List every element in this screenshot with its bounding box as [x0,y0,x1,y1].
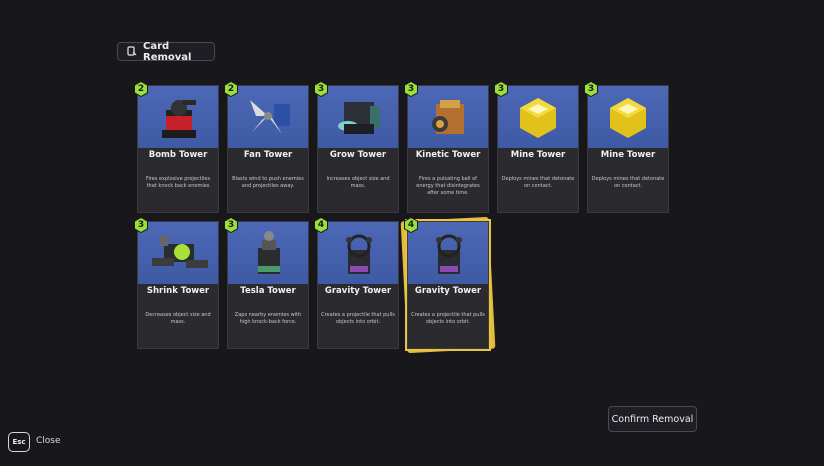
card-name: Mine Tower [510,150,566,160]
cost-badge: 3 [403,81,419,97]
cost-value: 3 [227,220,235,230]
cost-badge: 3 [313,81,329,97]
cost-badge: 4 [403,217,419,233]
cost-badge: 3 [223,217,239,233]
card-name: Bomb Tower [148,150,208,160]
card-description: Increases object size and mass. [326,176,390,189]
card-name: Gravity Tower [414,286,482,296]
cost-badge: 3 [493,81,509,97]
cost-value: 3 [407,84,415,94]
card-removal-title: Card Removal [117,40,215,63]
tesla-tower-icon [228,222,308,284]
close-label[interactable]: Close [36,436,61,446]
card-name: Mine Tower [600,150,656,160]
card-description: Fires a pulsating ball of energy that di… [416,176,480,196]
cost-value: 4 [317,220,325,230]
card-name: Tesla Tower [240,286,296,296]
card-description: Decreases object size and mass. [145,312,211,325]
card-name: Shrink Tower [146,286,210,296]
card-bomb-tower[interactable]: Bomb Tower Fires explosive projectiles t… [137,85,219,213]
gravity-tower-icon [318,222,398,284]
cost-badge: 2 [133,81,149,97]
cost-value: 2 [227,84,235,94]
cost-value: 3 [587,84,595,94]
grow-tower-icon [318,86,398,148]
fan-tower-icon [228,86,308,148]
card-tesla-tower[interactable]: Tesla Tower Zaps nearby enemies with hig… [227,221,309,349]
cost-value: 2 [137,84,145,94]
confirm-removal-button[interactable]: Confirm Removal [608,406,697,432]
cost-badge: 2 [223,81,239,97]
card-gravity-tower[interactable]: Gravity Tower Creates a projectile that … [407,221,489,349]
page-title: Card Removal [143,40,192,63]
cost-value: 4 [407,220,415,230]
cost-value: 3 [497,84,505,94]
card-icon [127,46,137,57]
card-mine-tower[interactable]: Mine Tower Deploys mines that detonate o… [497,85,579,213]
card-fan-tower[interactable]: Fan Tower Blasts wind to push enemies an… [227,85,309,213]
card-description: Blasts wind to push enemies and projecti… [232,176,304,189]
card-description: Fires explosive projectiles that knock b… [145,176,211,189]
card-name: Grow Tower [329,150,387,160]
card-description: Creates a projectile that pulls objects … [321,312,395,325]
card-name: Fan Tower [243,150,293,160]
bomb-tower-icon [138,86,218,148]
card-shrink-tower[interactable]: Shrink Tower Decreases object size and m… [137,221,219,349]
card-gravity-tower[interactable]: Gravity Tower Creates a projectile that … [317,221,399,349]
kinetic-tower-icon [408,86,488,148]
cost-badge: 4 [313,217,329,233]
cost-badge: 3 [133,217,149,233]
card-description: Zaps nearby enemies with high knock-back… [234,312,302,325]
card-kinetic-tower[interactable]: Kinetic Tower Fires a pulsating ball of … [407,85,489,213]
cost-badge: 3 [583,81,599,97]
card-name: Gravity Tower [324,286,392,296]
cost-value: 3 [137,220,145,230]
gravity-tower-icon [408,222,488,284]
card-description: Deploys mines that detonate on contact. [591,176,665,189]
card-grow-tower[interactable]: Grow Tower Increases object size and mas… [317,85,399,213]
card-name: Kinetic Tower [415,150,481,160]
mine-tower-icon [498,86,578,148]
cost-value: 3 [317,84,325,94]
esc-key-icon[interactable]: Esc [8,432,30,452]
card-description: Creates a projectile that pulls objects … [411,312,485,325]
shrink-tower-icon [138,222,218,284]
card-description: Deploys mines that detonate on contact. [501,176,575,189]
card-mine-tower[interactable]: Mine Tower Deploys mines that detonate o… [587,85,669,213]
mine-tower-icon [588,86,668,148]
